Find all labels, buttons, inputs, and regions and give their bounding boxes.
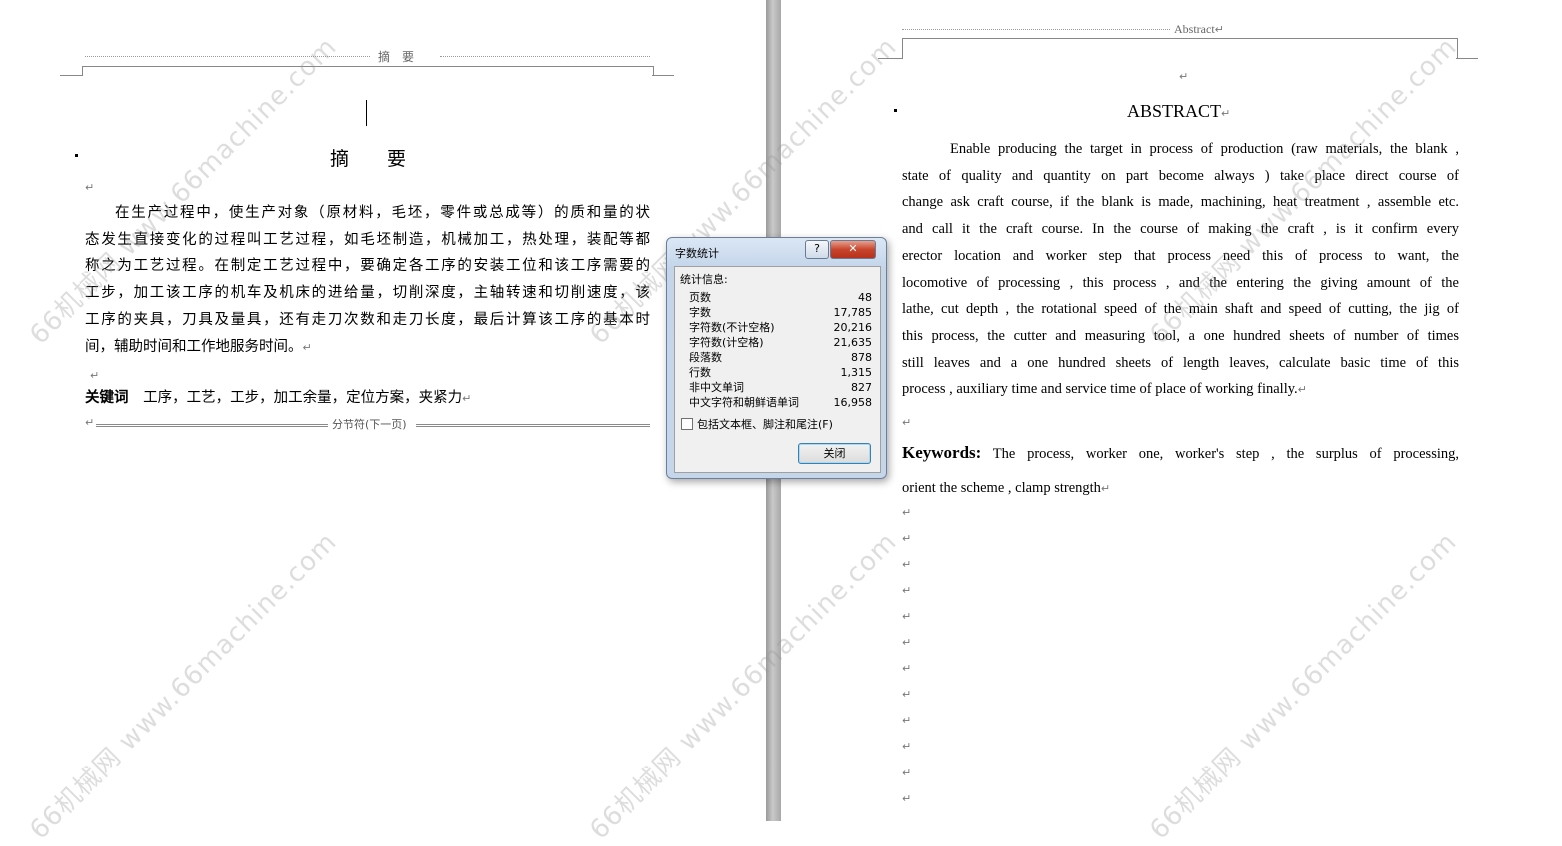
stat-row-chars-no-spaces: 字符数(不计空格) 20,216 xyxy=(689,321,872,334)
header-text-english: Abstract↵ xyxy=(1174,22,1224,36)
paragraph-mark: ↵ xyxy=(902,610,912,623)
include-textboxes-label[interactable]: 包括文本框、脚注和尾注(F) xyxy=(697,416,833,432)
paragraph-mark: ↵ xyxy=(90,369,100,382)
dialog-body: 统计信息: 页数 48 字数 17,785 字符数(不计空格) 20,216 字符数(… xyxy=(674,266,881,473)
header-bracket xyxy=(1456,58,1478,59)
header-bracket xyxy=(902,38,1458,59)
section-break-rule xyxy=(96,424,328,427)
keywords-line-chinese[interactable]: 关键词 工序，工艺，工步，加工余量，定位方案，夹紧力↵ xyxy=(85,385,471,413)
paragraph-line: 工序的夹具，刀具及量具，还有走刀次数和走刀长度，最后计算该工序的基本时 xyxy=(85,311,650,328)
keywords-text: 工序，工艺，工步，加工余量，定位方案，夹紧力 xyxy=(143,390,463,406)
right-document-page[interactable]: Abstract↵ ↵ ABSTRACT↵ Enable producing t… xyxy=(781,0,1562,821)
paragraph-line: 态发生直接变化的过程叫工艺过程，如毛坯制造，机械加工，热处理，装配等都 xyxy=(85,231,650,248)
stat-row-words: 字数 17,785 xyxy=(689,306,872,319)
keywords-line: orient the scheme , clamp strength↵ xyxy=(902,480,1111,496)
stat-row-non-chinese-words: 非中文单词 827 xyxy=(689,381,872,394)
abstract-title-chinese[interactable]: 摘 要 xyxy=(330,144,406,171)
bullet-mark xyxy=(75,154,78,157)
paragraph-line: and call it the craft course. In the cou… xyxy=(902,221,1459,238)
paragraph-mark: ↵ xyxy=(902,584,912,597)
paragraph-mark: ↵ xyxy=(902,766,912,779)
paragraph-mark: ↵ xyxy=(902,662,912,675)
close-button[interactable]: 关闭 xyxy=(798,443,871,464)
paragraph-line: 间，辅助时间和工作地服务时间。↵ xyxy=(85,338,312,355)
header-dotted-rule xyxy=(902,29,1170,30)
paragraph-mark: ↵ xyxy=(1179,70,1189,83)
dialog-title: 字数统计 xyxy=(675,247,719,260)
paragraph-line: change ask craft course, if the blank is… xyxy=(902,194,1459,211)
paragraph-mark: ↵ xyxy=(902,740,912,753)
paragraph-mark: ↵ xyxy=(85,416,95,429)
keywords-label: 关键词 xyxy=(85,390,129,406)
text-cursor xyxy=(366,100,367,126)
paragraph-mark: ↵ xyxy=(902,792,912,805)
paragraph-line: 称之为工艺过程。在制定工艺过程中，要确定各工序的安装工位和该工序需要的 xyxy=(85,258,650,275)
empty-paragraph-marks: ↵ ↵ ↵ ↵ ↵ ↵ ↵ ↵ ↵ ↵ ↵ ↵ xyxy=(902,506,911,818)
stat-row-chinese-chars: 中文字符和朝鲜语单词 16,958 xyxy=(689,396,872,409)
bullet-mark xyxy=(894,109,897,112)
abstract-paragraph-english[interactable]: Enable producing the target in process o… xyxy=(902,136,1459,404)
word-count-dialog[interactable]: 字数统计 ? ✕ 统计信息: 页数 48 字数 17,785 字符数(不计空格) 20… xyxy=(666,237,887,479)
stat-row-chars-with-spaces: 字符数(计空格) 21,635 xyxy=(689,336,872,349)
paragraph-mark: ↵ xyxy=(902,636,912,649)
paragraph-line: state of quality and quantity on part be… xyxy=(902,167,1459,184)
paragraph-mark: ↵ xyxy=(902,506,912,519)
section-break-rule xyxy=(416,424,650,427)
paragraph-mark: ↵ xyxy=(902,416,912,429)
paragraph-line: process , auxiliary time and service tim… xyxy=(902,381,1307,398)
paragraph-mark: ↵ xyxy=(902,532,912,545)
keywords-label: Keywords: xyxy=(902,443,982,462)
section-break-label: 分节符(下一页) xyxy=(332,418,407,431)
stat-row-pages: 页数 48 xyxy=(689,291,872,304)
keywords-block-english[interactable]: Keywords: The process, worker one, worke… xyxy=(902,440,1459,503)
header-bracket xyxy=(652,75,674,76)
paragraph-mark: ↵ xyxy=(85,181,95,194)
stat-row-lines: 行数 1,315 xyxy=(689,366,872,379)
header-dotted-rule xyxy=(440,56,650,57)
abstract-title-english[interactable]: ABSTRACT↵ xyxy=(1127,101,1230,122)
paragraph-mark: ↵ xyxy=(902,688,912,701)
help-button[interactable]: ? xyxy=(805,240,829,259)
stat-row-paragraphs: 段落数 878 xyxy=(689,351,872,364)
header-bracket xyxy=(82,66,654,76)
header-text-chinese: 摘 要 xyxy=(378,50,415,64)
paragraph-mark: ↵ xyxy=(902,714,912,727)
paragraph-line: still leaves and a one hundred sheets of… xyxy=(902,354,1459,371)
paragraph-mark: ↵ xyxy=(902,558,912,571)
stats-group-label: 统计信息: xyxy=(680,273,728,286)
paragraph-line: 工步，加工该工序的机车及机床的进给量，切削深度，主轴转速和切削速度，该 xyxy=(85,285,650,302)
close-x-button[interactable]: ✕ xyxy=(830,240,876,259)
paragraph-line: erector location and worker step that pr… xyxy=(902,247,1459,264)
keywords-line: Keywords: The process, worker one, worke… xyxy=(902,443,1459,462)
left-document-page[interactable]: 摘 要 摘 要 ↵ 在生产过程中，使生产对象（原材料，毛坯，零件或总成等）的质和… xyxy=(0,0,766,821)
header-bracket xyxy=(60,75,82,76)
include-textboxes-checkbox[interactable] xyxy=(681,418,693,430)
